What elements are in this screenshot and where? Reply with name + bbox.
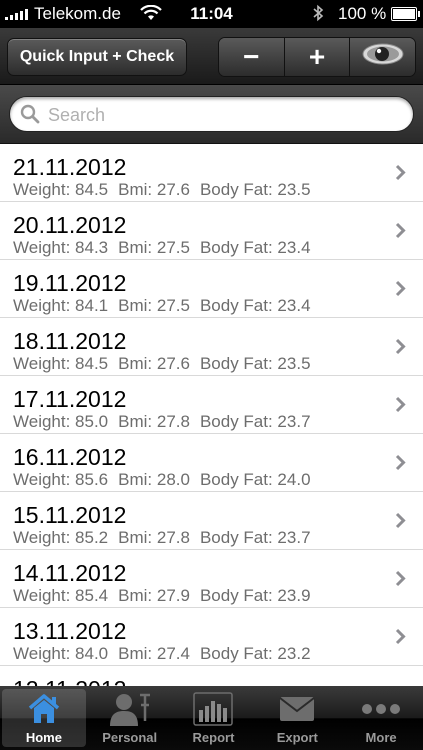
bmi-value: Bmi: 27.4 <box>118 644 190 663</box>
list-item-details: Weight: 85.6 Bmi: 28.0 Body Fat: 24.0 <box>13 470 321 490</box>
minus-icon: − <box>243 41 260 72</box>
list-item-date: 16.11.2012 <box>13 444 127 470</box>
bar-chart-icon <box>193 690 234 728</box>
bmi-value: Bmi: 27.9 <box>118 586 190 605</box>
list-item[interactable]: 21.11.2012 Weight: 84.5 Bmi: 27.6 Body Fat… <box>0 144 423 202</box>
list-item[interactable]: 13.11.2012 Weight: 84.0 Bmi: 27.4 Body Fat… <box>0 608 423 666</box>
list-item-date: 17.11.2012 <box>13 386 127 412</box>
list-item-date: 19.11.2012 <box>13 270 127 296</box>
home-icon <box>27 690 61 728</box>
tab-label: Export <box>276 730 318 745</box>
action-segmented-control: − + <box>218 37 416 77</box>
list-item-date: 20.11.2012 <box>13 212 127 238</box>
battery-icon <box>391 7 420 21</box>
body-fat-value: Body Fat: 23.7 <box>199 412 311 431</box>
weight-value: Weight: 85.6 <box>13 470 109 489</box>
person-icon <box>106 690 154 728</box>
view-button[interactable] <box>350 38 415 76</box>
tab-report[interactable]: Report <box>172 686 256 750</box>
chevron-right-icon <box>395 280 406 297</box>
list-item-date: 18.11.2012 <box>13 328 127 354</box>
list-item-details: Weight: 85.4 Bmi: 27.9 Body Fat: 23.9 <box>13 586 321 606</box>
list-item-date: 14.11.2012 <box>13 560 127 586</box>
weight-value: Weight: 84.3 <box>13 238 109 257</box>
weight-value: Weight: 84.5 <box>13 180 109 199</box>
toolbar: Quick Input + Check − + <box>0 28 423 85</box>
chevron-right-icon <box>395 396 406 413</box>
quick-input-check-button[interactable]: Quick Input + Check <box>7 38 187 76</box>
weight-value: Weight: 85.2 <box>13 528 109 547</box>
list-item[interactable]: 18.11.2012 Weight: 84.5 Bmi: 27.6 Body Fat… <box>0 318 423 376</box>
list-item-date: 13.11.2012 <box>13 618 127 644</box>
bluetooth-icon <box>312 4 324 27</box>
list-item[interactable]: 16.11.2012 Weight: 85.6 Bmi: 28.0 Body Fat… <box>0 434 423 492</box>
tab-home[interactable]: Home <box>2 689 86 747</box>
tab-label: Home <box>25 730 62 745</box>
list-item[interactable]: 15.11.2012 Weight: 85.2 Bmi: 27.8 Body Fat… <box>0 492 423 550</box>
chevron-right-icon <box>395 628 406 645</box>
chevron-right-icon <box>395 164 406 181</box>
list-item[interactable]: 17.11.2012 Weight: 85.0 Bmi: 27.8 Body Fat… <box>0 376 423 434</box>
plus-button[interactable]: + <box>284 38 351 76</box>
bmi-value: Bmi: 27.6 <box>118 180 190 199</box>
list-item-date: 12.11.2012 <box>13 676 126 686</box>
search-input[interactable] <box>46 100 405 130</box>
tab-label: Report <box>192 730 235 745</box>
list-item[interactable]: 19.11.2012 Weight: 84.1 Bmi: 27.5 Body Fat… <box>0 260 423 318</box>
minus-button[interactable]: − <box>219 38 285 76</box>
tab-label: More <box>365 730 397 745</box>
weight-value: Weight: 85.0 <box>13 412 109 431</box>
weight-value: Weight: 84.1 <box>13 296 109 315</box>
body-fat-value: Body Fat: 23.5 <box>199 180 311 199</box>
list-item-details: Weight: 84.5 Bmi: 27.6 Body Fat: 23.5 <box>13 354 321 374</box>
list-item-details: Weight: 84.1 Bmi: 27.5 Body Fat: 23.4 <box>13 296 321 316</box>
tab-more[interactable]: More <box>339 686 423 750</box>
chevron-right-icon <box>395 338 406 355</box>
chevron-right-icon <box>395 570 406 587</box>
chevron-right-icon <box>395 222 406 239</box>
list-item[interactable]: 12.11.2012 <box>0 666 423 686</box>
tab-personal[interactable]: Personal <box>88 686 172 750</box>
tab-label: Personal <box>102 730 158 745</box>
search-icon <box>20 104 40 129</box>
list-item-details: Weight: 84.3 Bmi: 27.5 Body Fat: 23.4 <box>13 238 321 258</box>
body-fat-value: Body Fat: 23.2 <box>199 644 311 663</box>
bmi-value: Bmi: 28.0 <box>118 470 190 489</box>
tab-export[interactable]: Export <box>255 686 339 750</box>
tab-bar: Home Personal Report Export More <box>0 686 423 750</box>
list-item-details: Weight: 84.0 Bmi: 27.4 Body Fat: 23.2 <box>13 644 321 664</box>
body-fat-value: Body Fat: 23.4 <box>199 238 311 257</box>
envelope-icon <box>279 690 315 728</box>
bmi-value: Bmi: 27.5 <box>118 296 190 315</box>
list-item-date: 15.11.2012 <box>13 502 127 528</box>
weight-value: Weight: 84.0 <box>13 644 109 663</box>
bmi-value: Bmi: 27.6 <box>118 354 190 373</box>
search-bar <box>0 85 423 144</box>
eye-icon <box>360 39 406 76</box>
status-bar: Telekom.de 11:04 100 % <box>0 0 423 28</box>
more-dots-icon <box>361 690 401 728</box>
list-item-details: Weight: 85.2 Bmi: 27.8 Body Fat: 23.7 <box>13 528 321 548</box>
list-item[interactable]: 20.11.2012 Weight: 84.3 Bmi: 27.5 Body Fat… <box>0 202 423 260</box>
chevron-right-icon <box>395 454 406 471</box>
chevron-right-icon <box>395 512 406 529</box>
body-fat-value: Body Fat: 23.5 <box>199 354 311 373</box>
bmi-value: Bmi: 27.5 <box>118 238 190 257</box>
weight-value: Weight: 85.4 <box>13 586 109 605</box>
body-fat-value: Body Fat: 23.7 <box>199 528 311 547</box>
bmi-value: Bmi: 27.8 <box>118 528 190 547</box>
measurement-list: 21.11.2012 Weight: 84.5 Bmi: 27.6 Body Fat… <box>0 144 423 686</box>
body-fat-value: Body Fat: 23.4 <box>199 296 311 315</box>
body-fat-value: Body Fat: 24.0 <box>199 470 311 489</box>
body-fat-value: Body Fat: 23.9 <box>199 586 311 605</box>
plus-icon: + <box>308 41 326 72</box>
search-field[interactable] <box>9 96 414 132</box>
list-item-details: Weight: 84.5 Bmi: 27.6 Body Fat: 23.5 <box>13 180 321 200</box>
bmi-value: Bmi: 27.8 <box>118 412 190 431</box>
list-item-date: 21.11.2012 <box>13 154 127 180</box>
weight-value: Weight: 84.5 <box>13 354 109 373</box>
battery-percentage: 100 % <box>338 4 387 23</box>
list-item-details: Weight: 85.0 Bmi: 27.8 Body Fat: 23.7 <box>13 412 321 432</box>
list-item[interactable]: 14.11.2012 Weight: 85.4 Bmi: 27.9 Body Fat… <box>0 550 423 608</box>
